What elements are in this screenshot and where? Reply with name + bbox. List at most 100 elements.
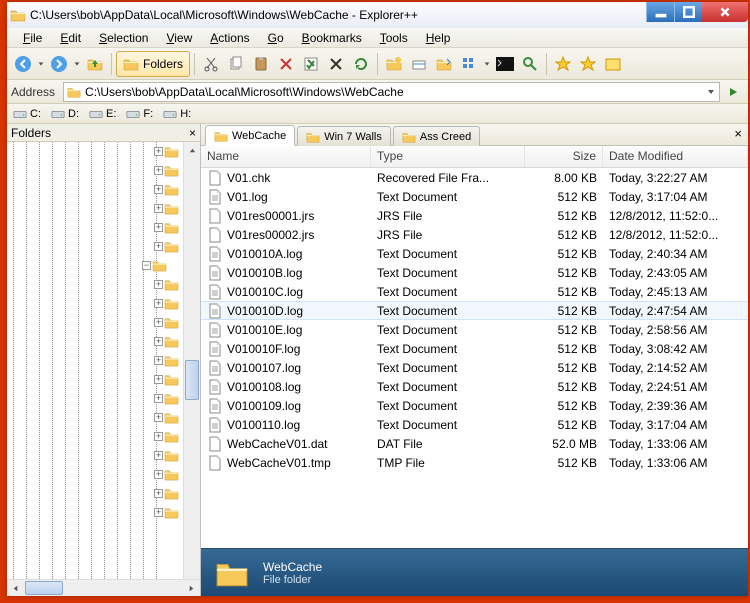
file-row[interactable]: V010010F.logText Document512 KBToday, 3:… [201, 339, 748, 358]
tree-node[interactable]: + [154, 332, 182, 351]
copy-button[interactable] [224, 52, 248, 76]
tree-node[interactable]: + [154, 237, 182, 256]
address-input[interactable] [85, 85, 702, 99]
tree-node[interactable]: + [154, 275, 182, 294]
expand-icon[interactable]: + [154, 185, 163, 194]
expand-icon[interactable]: + [154, 204, 163, 213]
expand-icon[interactable]: + [154, 375, 163, 384]
tree-node[interactable]: + [154, 180, 182, 199]
expand-icon[interactable]: + [154, 413, 163, 422]
expand-icon[interactable]: + [154, 337, 163, 346]
tree-vscrollbar[interactable] [183, 142, 200, 579]
tree-node[interactable]: + [154, 370, 182, 389]
tree-node[interactable]: + [154, 161, 182, 180]
expand-icon[interactable]: + [154, 223, 163, 232]
file-row[interactable]: WebCacheV01.datDAT File52.0 MBToday, 1:3… [201, 434, 748, 453]
file-row[interactable]: V0100107.logText Document512 KBToday, 2:… [201, 358, 748, 377]
drive-c[interactable]: C: [13, 108, 41, 120]
expand-icon[interactable]: + [154, 147, 163, 156]
back-history-dropdown[interactable] [36, 52, 46, 76]
menu-tools[interactable]: Tools [372, 29, 416, 47]
delete-button[interactable] [274, 52, 298, 76]
tree-node[interactable]: + [154, 351, 182, 370]
cut-button[interactable] [199, 52, 223, 76]
up-button[interactable] [83, 52, 107, 76]
drive-h[interactable]: H: [163, 108, 191, 120]
minimize-button[interactable] [646, 2, 674, 22]
tree-node[interactable]: + [154, 389, 182, 408]
tree-node[interactable]: + [154, 199, 182, 218]
views-button[interactable] [457, 52, 481, 76]
drive-d[interactable]: D: [51, 108, 79, 120]
copy-path-button[interactable] [407, 52, 431, 76]
file-row[interactable]: V010010C.logText Document512 KBToday, 2:… [201, 282, 748, 301]
tree-node[interactable]: + [154, 427, 182, 446]
file-row[interactable]: V010010A.logText Document512 KBToday, 2:… [201, 244, 748, 263]
tab-1[interactable]: Win 7 Walls [297, 126, 391, 146]
search-button[interactable] [518, 52, 542, 76]
address-input-wrap[interactable] [63, 82, 720, 102]
expand-icon[interactable]: + [154, 489, 163, 498]
expand-icon[interactable]: + [154, 318, 163, 327]
folders-toggle[interactable]: Folders [116, 51, 190, 77]
tree-node[interactable]: + [154, 484, 182, 503]
file-row[interactable]: V010010E.logText Document512 KBToday, 2:… [201, 320, 748, 339]
col-type[interactable]: Type [371, 146, 525, 167]
menu-actions[interactable]: Actions [202, 29, 257, 47]
tree-node[interactable]: − [142, 256, 182, 275]
maximize-button[interactable] [674, 2, 702, 22]
file-row[interactable]: V010010B.logText Document512 KBToday, 2:… [201, 263, 748, 282]
move-button[interactable] [432, 52, 456, 76]
tree-node[interactable]: + [154, 313, 182, 332]
close-button[interactable] [702, 2, 748, 22]
file-row[interactable]: V0100109.logText Document512 KBToday, 2:… [201, 396, 748, 415]
expand-icon[interactable]: + [154, 508, 163, 517]
file-row[interactable]: WebCacheV01.tmpTMP File512 KBToday, 1:33… [201, 453, 748, 472]
file-row[interactable]: V01res00001.jrsJRS File512 KB12/8/2012, … [201, 206, 748, 225]
folders-pane-close[interactable]: × [185, 126, 200, 140]
list-header[interactable]: Name Type Size Date Modified [201, 146, 748, 168]
tree-node[interactable]: + [154, 408, 182, 427]
tree-node[interactable]: + [154, 465, 182, 484]
col-size[interactable]: Size [525, 146, 603, 167]
menu-help[interactable]: Help [418, 29, 459, 47]
tab-bar-close[interactable]: × [730, 126, 746, 141]
forward-button[interactable] [47, 52, 71, 76]
tree-node[interactable]: + [154, 503, 182, 522]
properties-button[interactable] [299, 52, 323, 76]
bookmark-folder-button[interactable] [601, 52, 625, 76]
new-folder-button[interactable] [382, 52, 406, 76]
terminal-button[interactable] [493, 52, 517, 76]
expand-icon[interactable]: + [154, 299, 163, 308]
tree-node[interactable]: + [154, 218, 182, 237]
bookmark-star-button[interactable] [551, 52, 575, 76]
file-row[interactable]: V010010D.logText Document512 KBToday, 2:… [201, 301, 748, 320]
menu-file[interactable]: File [15, 29, 50, 47]
views-dropdown[interactable] [482, 52, 492, 76]
file-row[interactable]: V01res00002.jrsJRS File512 KB12/8/2012, … [201, 225, 748, 244]
tree-node[interactable]: + [154, 142, 182, 161]
drive-e[interactable]: E: [89, 108, 116, 120]
file-row[interactable]: V0100108.logText Document512 KBToday, 2:… [201, 377, 748, 396]
dropdown-icon[interactable] [706, 87, 716, 97]
menu-bookmarks[interactable]: Bookmarks [294, 29, 370, 47]
delete-perm-button[interactable] [324, 52, 348, 76]
file-row[interactable]: V01.chkRecovered File Fra...8.00 KBToday… [201, 168, 748, 187]
tab-2[interactable]: Ass Creed [393, 126, 480, 146]
tab-0[interactable]: WebCache [205, 125, 295, 146]
expand-icon[interactable]: + [154, 356, 163, 365]
expand-icon[interactable]: + [154, 280, 163, 289]
file-row[interactable]: V0100110.logText Document512 KBToday, 3:… [201, 415, 748, 434]
file-row[interactable]: V01.logText Document512 KBToday, 3:17:04… [201, 187, 748, 206]
expand-icon[interactable]: + [154, 451, 163, 460]
expand-icon[interactable]: + [154, 394, 163, 403]
menu-go[interactable]: Go [260, 29, 292, 47]
menu-view[interactable]: View [158, 29, 200, 47]
expand-icon[interactable]: + [154, 432, 163, 441]
expand-icon[interactable]: + [154, 166, 163, 175]
tree-node[interactable]: + [154, 446, 182, 465]
menu-edit[interactable]: Edit [52, 29, 89, 47]
back-button[interactable] [11, 52, 35, 76]
tree-hscrollbar[interactable] [7, 579, 200, 596]
tree-node[interactable]: + [154, 294, 182, 313]
